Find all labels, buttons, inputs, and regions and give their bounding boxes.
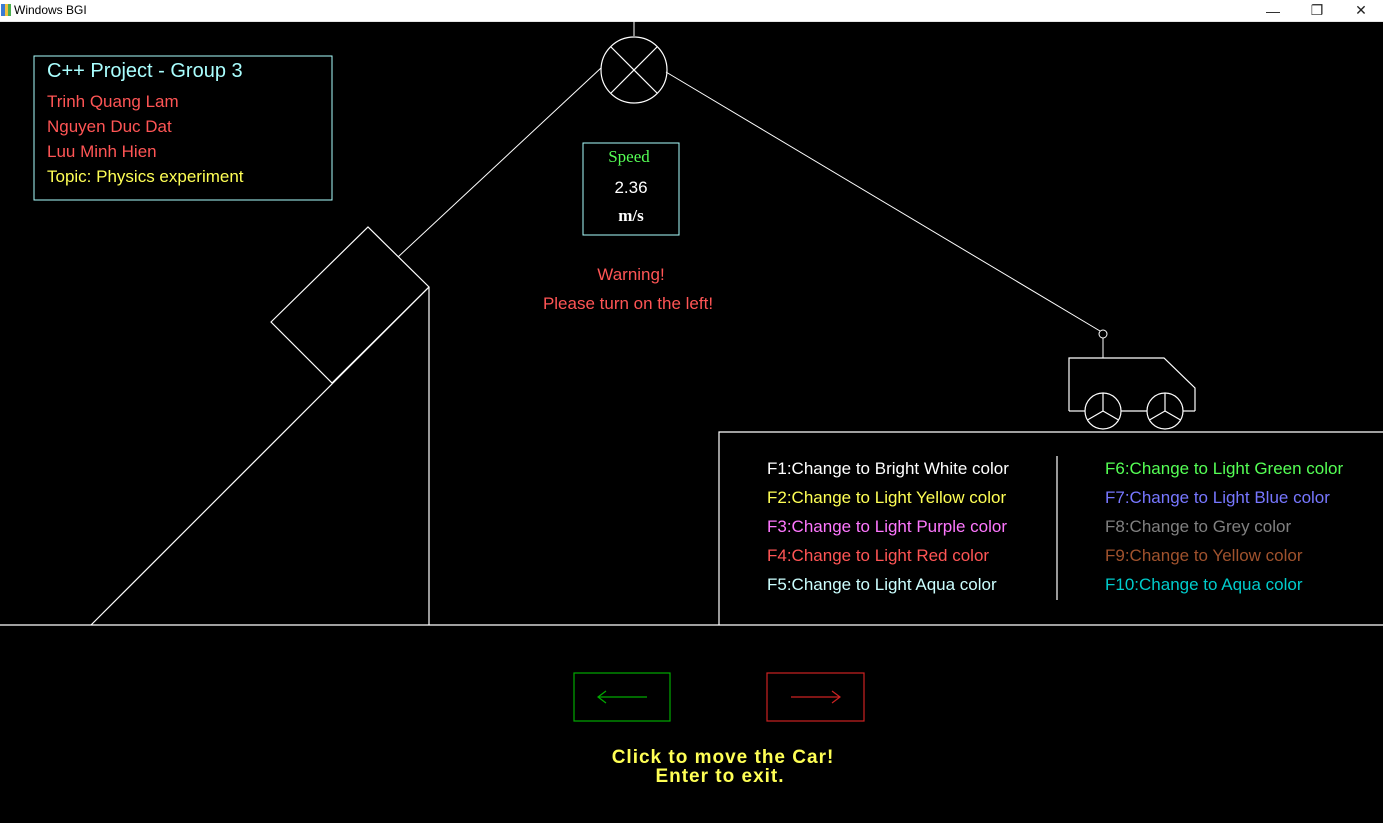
- info-box: C++ Project - Group 3 Trinh Quang Lam Ng…: [33, 55, 333, 201]
- member-name: Trinh Quang Lam: [47, 92, 179, 111]
- window-titlebar: Windows BGI — ❐ ✕: [0, 0, 1383, 22]
- car-wheel: [1146, 392, 1184, 430]
- warning-title: Warning!: [597, 265, 664, 284]
- instruction-exit: Enter to exit.: [655, 766, 784, 787]
- color-key-f3: F3:Change to Light Purple color: [767, 517, 1007, 536]
- project-title: C++ Project - Group 3: [47, 60, 243, 82]
- move-left-button[interactable]: [573, 672, 671, 722]
- app-icon: [1, 4, 11, 16]
- car-wheel: [1084, 392, 1122, 430]
- warning-message: Please turn on the left!: [543, 294, 713, 313]
- color-key-f10: F10:Change to Aqua color: [1105, 575, 1303, 594]
- restore-button[interactable]: ❐: [1295, 0, 1339, 21]
- instruction-move: Click to move the Car!: [612, 747, 835, 768]
- color-key-f6: F6:Change to Light Green color: [1105, 459, 1343, 478]
- speed-label: Speed: [608, 147, 650, 166]
- speed-value: 2.36: [614, 178, 647, 197]
- rope-right: [665, 71, 1101, 332]
- move-right-button[interactable]: [766, 672, 865, 722]
- minimize-button[interactable]: —: [1251, 0, 1295, 21]
- pulley: [600, 21, 668, 104]
- speed-unit: m/s: [618, 206, 644, 225]
- color-key-f2: F2:Change to Light Yellow color: [767, 488, 1006, 507]
- color-key-f7: F7:Change to Light Blue color: [1105, 488, 1330, 507]
- speed-panel: Speed 2.36 m/s: [582, 142, 680, 236]
- close-button[interactable]: ✕: [1339, 0, 1383, 21]
- rope-left: [397, 67, 602, 258]
- color-key-panel: F1:Change to Bright White color F2:Chang…: [767, 459, 1343, 594]
- car: [1068, 329, 1196, 430]
- bgi-canvas: C++ Project - Group 3 Trinh Quang Lam Ng…: [0, 21, 1383, 787]
- color-key-f9: F9:Change to Yellow color: [1105, 546, 1303, 565]
- topic-label: Topic: Physics experiment: [47, 167, 244, 186]
- color-key-f1: F1:Change to Bright White color: [767, 459, 1009, 478]
- member-name: Nguyen Duc Dat: [47, 117, 172, 136]
- color-key-f8: F8:Change to Grey color: [1105, 517, 1291, 536]
- car-hook: [1098, 329, 1108, 339]
- member-name: Luu Minh Hien: [47, 142, 157, 161]
- car-body: [1068, 357, 1196, 411]
- window-title: Windows BGI: [14, 3, 87, 17]
- color-key-f4: F4:Change to Light Red color: [767, 546, 989, 565]
- color-key-f5: F5:Change to Light Aqua color: [767, 575, 997, 594]
